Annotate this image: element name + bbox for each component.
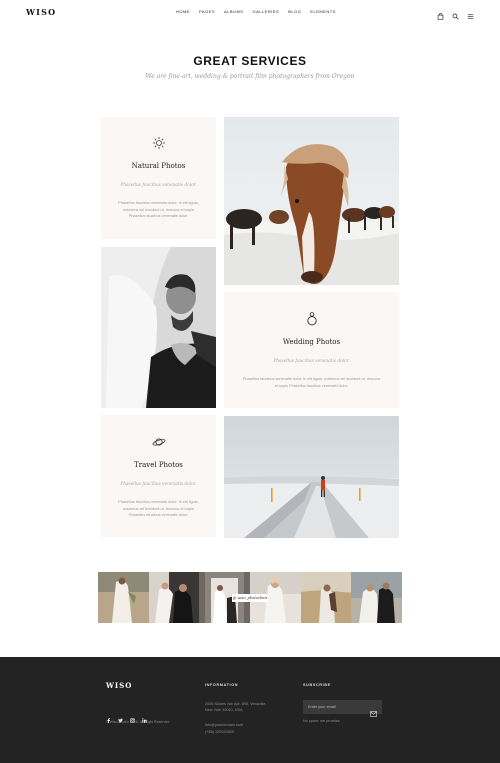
card-body: Phasellus faucibus venenatis dolor. In e… — [242, 377, 381, 388]
instagram-handle[interactable]: @ wiso_photoshow — [232, 594, 268, 602]
snowy-road-photo — [224, 416, 399, 538]
footer-address-line2: New York 10010, USA — [205, 708, 243, 712]
subscribe-form — [303, 700, 382, 717]
card-subtitle: Phasellus faucibus venenatis dolor. — [273, 359, 350, 364]
card-title: Natural Photos — [131, 162, 186, 170]
header-icons — [437, 7, 474, 20]
services-title: GREAT SERVICES — [193, 54, 307, 68]
footer-social-links — [106, 710, 147, 723]
footer-logo[interactable]: WISO — [106, 681, 132, 690]
nav-blog[interactable]: BLOG — [288, 9, 301, 14]
nav-galleries[interactable]: GALLERIES — [252, 9, 279, 14]
gallery-thumb[interactable] — [351, 572, 402, 623]
twitter-icon[interactable] — [118, 710, 123, 723]
gallery-thumb[interactable] — [98, 572, 149, 623]
nav-pages[interactable]: PAGES — [199, 9, 215, 14]
card-body: Phasellus faucibus venenatis dolor. In e… — [118, 500, 199, 517]
horses-photo — [224, 117, 399, 285]
nav-elements[interactable]: ELEMENTS — [310, 9, 336, 14]
card-title: Travel Photos — [134, 461, 183, 469]
card-body: Phasellus faucibus venenatis dolor. In e… — [118, 201, 199, 218]
site-footer — [0, 657, 500, 763]
nav-albums[interactable]: ALBUMS — [224, 9, 243, 14]
footer-phone: (+68) 120034509 — [205, 730, 235, 734]
sun-icon — [152, 136, 166, 155]
search-icon[interactable] — [452, 7, 459, 20]
footer-copyright: © Wiso Studio 2018. All Right Reserved — [106, 720, 170, 724]
subscribe-email-input[interactable] — [308, 703, 364, 711]
card-subtitle: Phasellus faucibus venenatis dolor. — [120, 183, 197, 188]
nav-home[interactable]: HOME — [176, 9, 190, 14]
footer-email[interactable]: info@yourdomain.com — [205, 722, 243, 728]
card-subtitle: Phasellus faucibus venenatis dolor. — [120, 482, 197, 487]
footer-information-heading: INFORMATION — [205, 683, 239, 687]
ring-icon — [305, 311, 319, 332]
service-card-travel: Travel Photos Phasellus faucibus venenat… — [101, 415, 216, 537]
mail-icon[interactable] — [370, 704, 377, 717]
gallery-thumb[interactable] — [148, 572, 200, 623]
site-header: WISO HOME PAGES ALBUMS GALLERIES BLOG EL… — [0, 0, 500, 24]
instagram-icon[interactable] — [130, 710, 135, 723]
menu-icon[interactable] — [467, 7, 474, 19]
linkedin-icon[interactable] — [142, 710, 147, 723]
site-logo[interactable]: WISO — [26, 7, 56, 17]
service-card-wedding: Wedding Photos Phasellus faucibus venena… — [224, 292, 399, 408]
main-nav: HOME PAGES ALBUMS GALLERIES BLOG ELEMENT… — [176, 9, 345, 14]
services-subtitle: We are fine-art, wedding & portrait film… — [145, 73, 355, 80]
service-card-natural: Natural Photos Phasellus faucibus venena… — [101, 117, 216, 239]
footer-subscribe-heading: SUBSCRIBE — [303, 683, 331, 687]
wedding-couple-photo — [101, 247, 216, 408]
card-title: Wedding Photos — [282, 338, 341, 346]
gallery-thumb[interactable] — [300, 572, 352, 623]
bag-icon[interactable] — [437, 7, 444, 20]
planet-icon — [152, 435, 166, 453]
facebook-icon[interactable] — [106, 710, 111, 723]
subscribe-note: No spam, we promise — [303, 719, 340, 723]
